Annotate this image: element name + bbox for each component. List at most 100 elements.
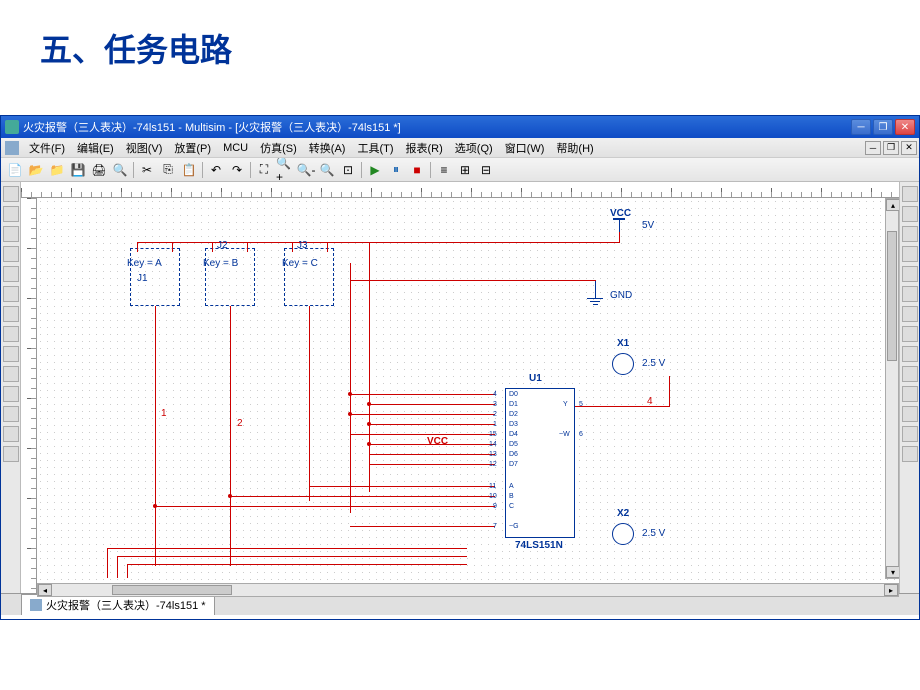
menu-options[interactable]: 选项(Q) <box>449 138 499 158</box>
wire <box>137 242 138 252</box>
tek-tool[interactable] <box>902 446 918 462</box>
toolbar-sep-5 <box>430 162 431 178</box>
run-button[interactable]: ▶ <box>365 160 385 180</box>
line-tool[interactable] <box>3 326 19 342</box>
pin-d6: D6 <box>509 451 518 458</box>
counter-tool[interactable] <box>902 286 918 302</box>
menu-report[interactable]: 报表(R) <box>400 138 449 158</box>
list-button[interactable]: ≡ <box>434 160 454 180</box>
text-tool[interactable] <box>3 286 19 302</box>
bode-tool[interactable] <box>902 266 918 282</box>
zoom-fit-button[interactable]: ⊡ <box>338 160 358 180</box>
scrollbar-vertical[interactable]: ▴ ▾ <box>885 198 899 579</box>
wire <box>117 556 467 557</box>
form-button[interactable]: ⊞ <box>455 160 475 180</box>
menu-view[interactable]: 视图(V) <box>120 138 169 158</box>
maximize-button[interactable]: ❐ <box>873 119 893 135</box>
canvas-area: VCC 5V GND <box>21 182 899 593</box>
scroll-right-button[interactable]: ▸ <box>884 584 898 596</box>
wire <box>292 242 293 252</box>
mdi-restore[interactable]: ❐ <box>883 141 899 155</box>
new-button[interactable]: 📄 <box>5 160 25 180</box>
scroll-down-button[interactable]: ▾ <box>886 566 899 578</box>
project-button[interactable]: 📁 <box>47 160 67 180</box>
logic-analyzer-tool[interactable] <box>902 306 918 322</box>
copy-button[interactable]: ⎘ <box>158 160 178 180</box>
close-button[interactable]: ✕ <box>895 119 915 135</box>
menu-tools[interactable]: 工具(T) <box>351 138 399 158</box>
fullscreen-button[interactable]: ⛶ <box>254 160 274 180</box>
switch-j3[interactable] <box>284 248 334 306</box>
menu-file[interactable]: 文件(F) <box>23 138 71 158</box>
wire <box>212 242 213 252</box>
scope-tool[interactable] <box>3 426 19 442</box>
print-button[interactable]: 🖨 <box>89 160 109 180</box>
component-tool[interactable] <box>3 206 19 222</box>
logic-converter-tool[interactable] <box>902 326 918 342</box>
probe-x1[interactable] <box>612 353 634 375</box>
stop-button[interactable]: ■ <box>407 160 427 180</box>
scrollbar-horizontal[interactable]: ◂ ▸ <box>37 583 899 597</box>
agilent-tool[interactable] <box>902 426 918 442</box>
scroll-left-button[interactable]: ◂ <box>38 584 52 596</box>
wattmeter-tool[interactable] <box>902 226 918 242</box>
zoom-area-button[interactable]: 🔍 <box>317 160 337 180</box>
minimize-button[interactable]: ─ <box>851 119 871 135</box>
scroll-up-button[interactable]: ▴ <box>886 199 899 211</box>
oscilloscope-tool[interactable] <box>902 246 918 262</box>
pin-d1: D1 <box>509 401 518 408</box>
junction <box>348 412 352 416</box>
distortion-tool[interactable] <box>902 366 918 382</box>
instrument-tool[interactable] <box>3 366 19 382</box>
save-button[interactable]: 💾 <box>68 160 88 180</box>
scroll-thumb-v[interactable] <box>887 231 897 361</box>
document-tab[interactable]: 火灾报警（三人表决）-74ls151 * <box>21 594 215 615</box>
wire-tool[interactable] <box>3 226 19 242</box>
wire <box>107 548 108 578</box>
schematic-canvas[interactable]: VCC 5V GND <box>37 198 899 593</box>
graph-tool[interactable] <box>3 386 19 402</box>
menu-help[interactable]: 帮助(H) <box>550 138 599 158</box>
preview-button[interactable]: 🔍 <box>110 160 130 180</box>
wire <box>309 486 495 487</box>
menu-window[interactable]: 窗口(W) <box>499 138 551 158</box>
rect-tool[interactable] <box>3 306 19 322</box>
undo-button[interactable]: ↶ <box>206 160 226 180</box>
key-a-label: Key = A <box>127 258 162 269</box>
menu-place[interactable]: 放置(P) <box>168 138 217 158</box>
bus-tool[interactable] <box>3 246 19 262</box>
cut-button[interactable]: ✂ <box>137 160 157 180</box>
redo-button[interactable]: ↷ <box>227 160 247 180</box>
menu-simulate[interactable]: 仿真(S) <box>254 138 303 158</box>
junction-tool[interactable] <box>3 266 19 282</box>
analyzer-tool[interactable] <box>3 446 19 462</box>
menu-mcu[interactable]: MCU <box>217 140 254 156</box>
j2-label: J2 <box>217 240 228 251</box>
mdi-close[interactable]: ✕ <box>901 141 917 155</box>
probe-tool[interactable] <box>3 346 19 362</box>
spectrum-tool[interactable] <box>902 386 918 402</box>
network-tool[interactable] <box>902 406 918 422</box>
scroll-thumb-h[interactable] <box>112 585 232 595</box>
switch-j2[interactable] <box>205 248 255 306</box>
zoom-in-button[interactable]: 🔍+ <box>275 160 295 180</box>
mdi-minimize[interactable]: ─ <box>865 141 881 155</box>
zoom-out-button[interactable]: 🔍- <box>296 160 316 180</box>
wire <box>669 376 670 406</box>
gnd-label: GND <box>610 290 632 301</box>
function-gen-tool[interactable] <box>902 206 918 222</box>
probe-x2[interactable] <box>612 523 634 545</box>
iv-analyzer-tool[interactable] <box>902 346 918 362</box>
wire <box>350 280 596 281</box>
wire <box>350 394 495 395</box>
database-button[interactable]: ⊟ <box>476 160 496 180</box>
pin-d5: D5 <box>509 441 518 448</box>
menu-transfer[interactable]: 转换(A) <box>303 138 352 158</box>
meter-tool[interactable] <box>3 406 19 422</box>
pause-button[interactable]: ⏸ <box>386 160 406 180</box>
open-button[interactable]: 📂 <box>26 160 46 180</box>
menu-edit[interactable]: 编辑(E) <box>71 138 120 158</box>
select-tool[interactable] <box>3 186 19 202</box>
multimeter-tool[interactable] <box>902 186 918 202</box>
paste-button[interactable]: 📋 <box>179 160 199 180</box>
